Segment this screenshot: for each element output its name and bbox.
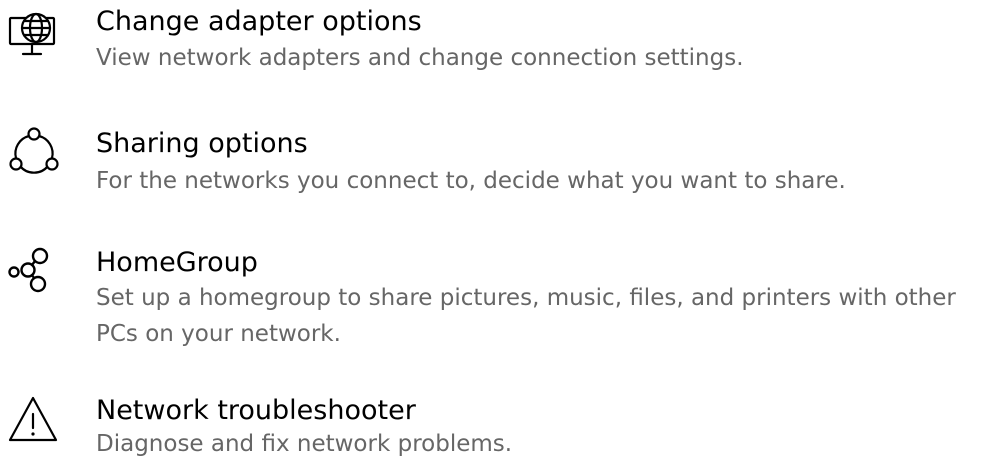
sharing-circle-icon (6, 126, 62, 182)
item-description: View network adapters and change connect… (96, 45, 744, 71)
item-description: Diagnose and fix network problems. (96, 431, 513, 457)
globe-monitor-icon (6, 10, 62, 66)
change-adapter-options-link[interactable]: Change adapter options View network adap… (0, 0, 996, 90)
network-troubleshooter-link[interactable]: Network troubleshooter Diagnose and fix … (0, 390, 996, 459)
item-title: Sharing options (96, 128, 308, 159)
homegroup-link[interactable]: HomeGroup Set up a homegroup to share pi… (0, 238, 996, 378)
item-description: For the networks you connect to, decide … (96, 168, 846, 194)
sharing-options-link[interactable]: Sharing options For the networks you con… (0, 118, 996, 208)
network-settings-list: Change adapter options View network adap… (0, 0, 996, 459)
item-description: Set up a homegroup to share pictures, mu… (96, 285, 956, 347)
item-title: Network troubleshooter (96, 395, 416, 426)
item-title: HomeGroup (96, 247, 258, 278)
homegroup-icon (6, 242, 62, 298)
warning-icon (6, 390, 62, 446)
item-title: Change adapter options (96, 6, 422, 37)
